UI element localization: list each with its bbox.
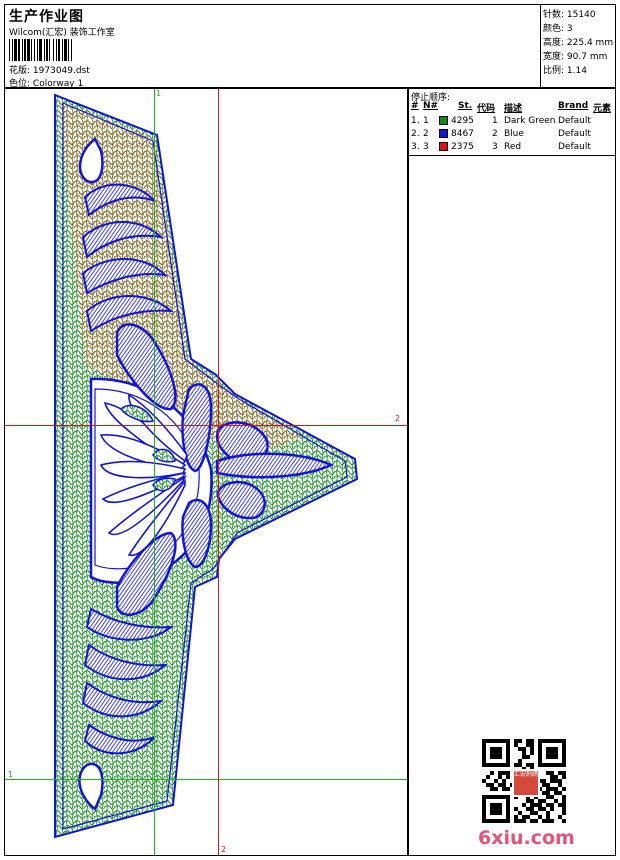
stat-stitches-value: 15140 xyxy=(566,10,596,20)
header-panel: 生产作业图 Wilcom(汇宏) 装饰工作室 花版: 1973049.dst 色… xyxy=(4,4,540,89)
row1-index: 1. xyxy=(411,116,420,126)
col-header-n: N# xyxy=(423,101,439,111)
row3-stitches: 2375 xyxy=(451,142,474,152)
stat-scale-label: 比例: xyxy=(543,66,565,76)
crosshair-h2 xyxy=(5,425,407,426)
row3-n: 3 xyxy=(423,142,429,152)
crosshair-v2 xyxy=(218,89,219,855)
row3-color-swatch xyxy=(439,142,448,151)
sequence-divider xyxy=(409,155,615,156)
stat-colors-label: 颜色: xyxy=(543,24,565,34)
stat-height: 高度: 225.4 mm xyxy=(543,35,613,48)
stat-height-label: 高度: xyxy=(543,38,565,48)
stat-scale-value: 1.14 xyxy=(566,66,587,76)
stop-sequence-panel: 停止顺序: # N# St. 代码 描述 Brand 元素 1. 1 4295 … xyxy=(408,88,616,856)
design-preview[interactable]: 1 1 2 2 xyxy=(4,88,408,856)
seal-stamp: 汇宏刺绣 xyxy=(512,769,540,797)
page-title: 生产作业图 xyxy=(9,9,84,25)
row3-brand: Default xyxy=(558,142,591,152)
row2-index: 2. xyxy=(411,129,420,139)
stat-stitches: 针数: 15140 xyxy=(543,7,596,20)
embroidery-design xyxy=(54,93,359,839)
col-header-brand: Brand xyxy=(558,101,589,111)
row1-n: 1 xyxy=(423,116,429,126)
row2-n: 2 xyxy=(423,129,429,139)
col-header-stitches: St. xyxy=(458,101,473,111)
pattern-info: 花版: 1973049.dst xyxy=(9,63,90,76)
row1-brand: Default xyxy=(558,116,591,126)
stat-width: 宽度: 90.7 mm xyxy=(543,49,607,62)
stat-stitches-label: 针数: xyxy=(543,10,565,20)
row1-stitches: 4295 xyxy=(451,116,474,126)
pattern-label: 花版: xyxy=(9,66,31,76)
crosshair-label-h2: 2 xyxy=(395,414,401,423)
row1-code: 1 xyxy=(492,116,498,126)
stats-panel: 针数: 15140 颜色: 3 高度: 225.4 mm 宽度: 90.7 mm… xyxy=(540,4,616,88)
stat-width-value: 90.7 mm xyxy=(566,52,608,62)
stat-width-label: 宽度: xyxy=(543,52,565,62)
row2-desc: Blue xyxy=(504,129,524,139)
row3-code: 3 xyxy=(492,142,498,152)
col-header-code: 代码 xyxy=(477,104,496,114)
barcode xyxy=(9,39,72,61)
pattern-value: 1973049.dst xyxy=(32,66,90,76)
row1-desc: Dark Green xyxy=(504,116,556,126)
col-header-element: 元素 xyxy=(593,104,612,114)
crosshair-h1 xyxy=(5,779,407,780)
row2-brand: Default xyxy=(558,129,591,139)
company-name: Wilcom(汇宏) 装饰工作室 xyxy=(9,28,115,38)
row1-color-swatch xyxy=(439,116,448,125)
col-header-index: # xyxy=(411,101,419,111)
stat-scale: 比例: 1.14 xyxy=(543,63,587,76)
row2-code: 2 xyxy=(492,129,498,139)
stat-colors-value: 3 xyxy=(566,24,573,34)
row2-color-swatch xyxy=(439,129,448,138)
col-header-desc: 描述 xyxy=(504,104,523,114)
row3-index: 3. xyxy=(411,142,420,152)
row3-desc: Red xyxy=(504,142,522,152)
stat-height-value: 225.4 mm xyxy=(566,38,614,48)
crosshair-v1 xyxy=(154,89,155,855)
crosshair-label-v1: 1 xyxy=(156,89,162,98)
crosshair-label-v2: 2 xyxy=(221,845,227,854)
stat-colors: 颜色: 3 xyxy=(543,21,573,34)
row2-stitches: 8467 xyxy=(451,129,474,139)
crosshair-label-h1: 1 xyxy=(8,770,14,779)
watermark-text: 6xiu.com xyxy=(478,827,575,849)
